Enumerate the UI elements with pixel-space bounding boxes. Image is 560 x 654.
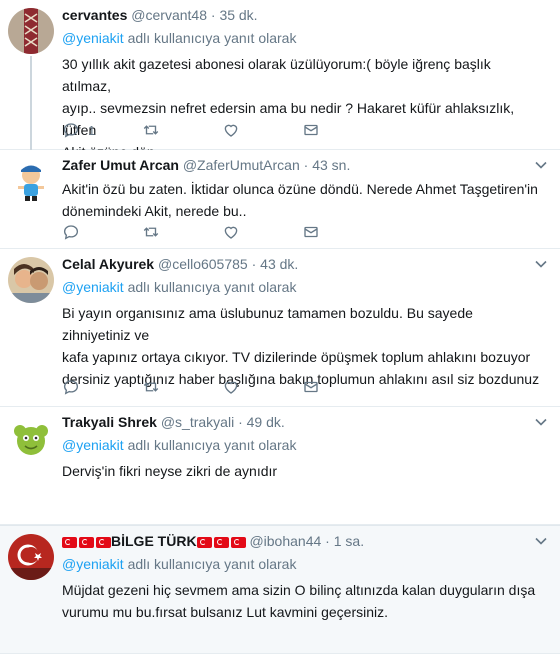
reply-button[interactable] <box>62 222 142 242</box>
like-button[interactable] <box>222 120 302 140</box>
reply-context: @yeniakit adlı kullanıcıya yanıt olarak <box>62 437 297 453</box>
tweet[interactable]: BİLGE TÜRK @ibohan44 · 1 sa. @yeniakit a… <box>0 525 560 654</box>
tweet-text: Müjdat gezeni hiç sevmem ama sizin O bil… <box>62 582 536 620</box>
turkey-flag-icon <box>79 537 94 548</box>
reply-context: @yeniakit adlı kullanıcıya yanıt olarak <box>62 556 297 572</box>
thread-line <box>30 56 32 152</box>
author-username[interactable]: @ZaferUmutArcan <box>183 157 300 173</box>
tweet-time[interactable]: 35 dk. <box>219 7 257 23</box>
turkey-flag-icon <box>196 537 212 548</box>
avatar[interactable] <box>8 534 54 580</box>
retweet-button[interactable] <box>142 377 222 397</box>
tweet-text: Derviş'in fikri neyse zikri de aynıdır <box>62 463 278 479</box>
like-icon <box>224 381 238 394</box>
dm-button[interactable] <box>302 120 382 140</box>
dm-icon <box>304 124 318 136</box>
separator: · <box>325 533 330 549</box>
separator: · <box>251 256 257 272</box>
tweet-text: 30 yıllık akit gazetesi abonesi olarak ü… <box>62 56 515 160</box>
tweet-actions: 1 <box>62 120 382 140</box>
tweet-time[interactable]: 43 sn. <box>312 157 350 173</box>
tweet-actions <box>62 222 382 242</box>
reply-icon <box>63 123 79 138</box>
tweet-time[interactable]: 49 dk. <box>247 414 285 430</box>
author-name[interactable]: Trakyali Shrek <box>62 414 157 430</box>
tweet[interactable]: Celal Akyurek @cello605785 · 43 dk. @yen… <box>0 249 560 407</box>
tweet-time[interactable]: 1 sa. <box>334 533 364 549</box>
tweet[interactable]: Zafer Umut Arcan @ZaferUmutArcan · 43 sn… <box>0 150 560 249</box>
author-username[interactable]: @ibohan44 <box>249 533 321 549</box>
tweet[interactable]: Trakyali Shrek @s_trakyali · 49 dk. @yen… <box>0 407 560 525</box>
flag-icons <box>196 537 246 548</box>
dm-button[interactable] <box>302 222 382 242</box>
separator: · <box>210 7 216 23</box>
dm-button[interactable] <box>302 377 382 397</box>
reply-icon <box>63 225 79 240</box>
retweet-button[interactable] <box>142 222 222 242</box>
like-icon <box>224 124 238 137</box>
turkey-flag-icon <box>230 537 246 548</box>
author-username[interactable]: @cello605785 <box>158 256 248 272</box>
retweet-icon <box>143 125 159 135</box>
reply-to-link[interactable]: @yeniakit <box>62 279 124 295</box>
turkey-flag-icon <box>96 537 111 548</box>
like-button[interactable] <box>222 377 302 397</box>
separator: · <box>303 157 309 173</box>
author-name[interactable]: BİLGE TÜRK <box>111 533 197 549</box>
author-name[interactable]: cervantes <box>62 7 127 23</box>
reply-context: @yeniakit adlı kullanıcıya yanıt olarak <box>62 279 297 295</box>
author-name[interactable]: Celal Akyurek <box>62 256 154 272</box>
reply-to-link[interactable]: @yeniakit <box>62 556 124 572</box>
turkey-flag-icon <box>213 537 229 548</box>
like-button[interactable] <box>222 222 302 242</box>
tweet-text: Akit'in özü bu zaten. İktidar olunca özü… <box>62 181 538 219</box>
retweet-button[interactable] <box>142 120 222 140</box>
reply-count: 1 <box>88 122 96 138</box>
avatar[interactable] <box>8 8 54 54</box>
dm-icon <box>304 226 318 238</box>
avatar[interactable] <box>8 415 54 461</box>
tweet-time[interactable]: 43 dk. <box>260 256 298 272</box>
reply-button[interactable]: 1 <box>62 120 142 140</box>
like-icon <box>224 226 238 239</box>
dm-icon <box>304 381 318 393</box>
author-name[interactable]: Zafer Umut Arcan <box>62 157 179 173</box>
reply-to-link[interactable]: @yeniakit <box>62 30 124 46</box>
tweet-actions <box>62 377 382 397</box>
reply-to-link[interactable]: @yeniakit <box>62 437 124 453</box>
author-username[interactable]: @s_trakyali <box>161 414 234 430</box>
retweet-icon <box>143 227 159 237</box>
author-username[interactable]: @cervant48 <box>131 7 207 23</box>
tweet[interactable]: cervantes @cervant48 · 35 dk. @yeniakit … <box>0 0 560 160</box>
avatar[interactable] <box>8 257 54 303</box>
separator: · <box>238 414 243 430</box>
reply-button[interactable] <box>62 377 142 397</box>
flag-icons <box>62 537 111 548</box>
retweet-icon <box>143 382 159 392</box>
turkey-flag-icon <box>62 537 77 548</box>
reply-icon <box>63 380 79 395</box>
avatar[interactable] <box>8 158 54 204</box>
reply-context: @yeniakit adlı kullanıcıya yanıt olarak <box>62 30 297 46</box>
